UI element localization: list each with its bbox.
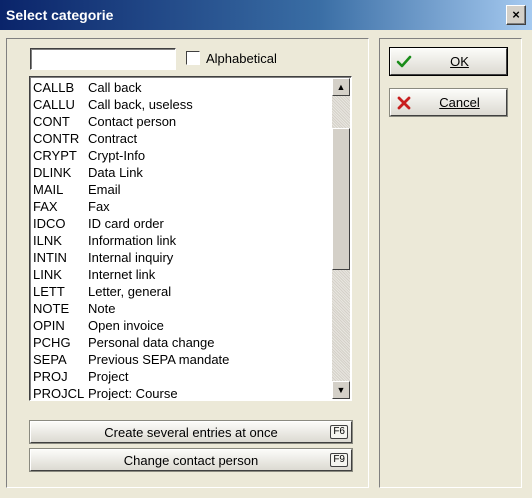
category-code: IDCO bbox=[33, 216, 66, 231]
category-code: ILNK bbox=[33, 233, 62, 248]
category-label: Project bbox=[88, 369, 129, 384]
vertical-scrollbar[interactable]: ▲ ▼ bbox=[332, 78, 350, 399]
cancel-button[interactable]: Cancel bbox=[390, 89, 507, 116]
list-item[interactable]: PROJCL Project: Course bbox=[32, 385, 332, 401]
list-item[interactable]: SEPA Previous SEPA mandate bbox=[32, 351, 332, 368]
hotkey-badge: F9 bbox=[330, 453, 348, 467]
ok-label: OK bbox=[450, 54, 469, 69]
list-item[interactable]: PROJ Project bbox=[32, 368, 332, 385]
category-label: Internet link bbox=[88, 267, 156, 282]
category-label: Open invoice bbox=[88, 318, 164, 333]
category-label: Contact person bbox=[88, 114, 177, 129]
category-label: Information link bbox=[88, 233, 177, 248]
list-item[interactable]: CONTR Contract bbox=[32, 130, 332, 147]
category-code: SEPA bbox=[33, 352, 67, 367]
scroll-down-button[interactable]: ▼ bbox=[332, 381, 350, 399]
list-item[interactable]: ILNK Information link bbox=[32, 232, 332, 249]
category-label: Project: Course bbox=[88, 386, 178, 401]
category-code: CRYPT bbox=[33, 148, 77, 163]
hotkey-badge: F6 bbox=[330, 425, 348, 439]
category-label: Crypt-Info bbox=[88, 148, 146, 163]
category-code: INTIN bbox=[33, 250, 67, 265]
category-label: Letter, general bbox=[88, 284, 172, 299]
category-label: Email bbox=[88, 182, 121, 197]
category-code: DLINK bbox=[33, 165, 72, 180]
close-icon: × bbox=[512, 7, 520, 22]
list-item[interactable]: IDCO ID card order bbox=[32, 215, 332, 232]
category-code: LINK bbox=[33, 267, 62, 282]
close-button[interactable]: × bbox=[506, 5, 526, 25]
category-code: PROJ bbox=[33, 369, 68, 384]
category-label: Fax bbox=[88, 199, 110, 214]
category-code: LETT bbox=[33, 284, 65, 299]
category-label: ID card order bbox=[88, 216, 164, 231]
list-item[interactable]: MAIL Email bbox=[32, 181, 332, 198]
category-label: Call back bbox=[88, 80, 142, 95]
alphabetical-label: Alphabetical bbox=[206, 51, 277, 66]
category-code: FAX bbox=[33, 199, 58, 214]
category-rows: CALLB Call back CALLU Call back, useless CON… bbox=[32, 79, 332, 401]
check-icon bbox=[396, 55, 412, 68]
list-item[interactable]: CALLB Call back bbox=[32, 79, 332, 96]
category-label: Contract bbox=[88, 131, 138, 146]
category-label: Internal inquiry bbox=[88, 250, 174, 265]
list-item[interactable]: CALLU Call back, useless bbox=[32, 96, 332, 113]
alphabetical-checkbox[interactable] bbox=[186, 51, 200, 65]
category-code: OPIN bbox=[33, 318, 65, 333]
category-code: CALLU bbox=[33, 97, 75, 112]
list-item[interactable]: CRYPT Crypt-Info bbox=[32, 147, 332, 164]
category-label: Data Link bbox=[88, 165, 143, 180]
category-code: MAIL bbox=[33, 182, 64, 197]
list-item[interactable]: INTIN Internal inquiry bbox=[32, 249, 332, 266]
window-title: Select categorie bbox=[6, 7, 114, 23]
change-contact-label: Change contact person bbox=[123, 452, 259, 468]
category-label: Call back, useless bbox=[88, 97, 193, 112]
list-item[interactable]: NOTE Note bbox=[32, 300, 332, 317]
list-item[interactable]: LETT Letter, general bbox=[32, 283, 332, 300]
scroll-up-button[interactable]: ▲ bbox=[332, 78, 350, 96]
category-code: NOTE bbox=[33, 301, 70, 316]
category-code: CONT bbox=[33, 114, 70, 129]
category-code: CALLB bbox=[33, 80, 75, 95]
scroll-thumb[interactable] bbox=[332, 128, 350, 270]
category-code: PROJCL bbox=[33, 386, 85, 401]
category-label: Note bbox=[88, 301, 116, 316]
list-item[interactable]: CONT Contact person bbox=[32, 113, 332, 130]
cancel-label: Cancel bbox=[439, 95, 480, 110]
category-list[interactable]: CALLB Call back CALLU Call back, useless CON… bbox=[29, 76, 352, 401]
x-icon bbox=[397, 96, 411, 110]
search-input[interactable] bbox=[30, 48, 176, 70]
category-code: CONTR bbox=[33, 131, 80, 146]
arrow-down-icon: ▼ bbox=[336, 385, 346, 395]
category-label: Previous SEPA mandate bbox=[88, 352, 230, 367]
category-label: Personal data change bbox=[88, 335, 215, 350]
title-bar: Select categorie × bbox=[0, 0, 532, 30]
list-item[interactable]: DLINK Data Link bbox=[32, 164, 332, 181]
list-item[interactable]: PCHG Personal data change bbox=[32, 334, 332, 351]
arrow-up-icon: ▲ bbox=[336, 82, 346, 92]
create-several-button[interactable]: Create several entries at once F6 bbox=[30, 421, 352, 443]
list-item[interactable]: FAX Fax bbox=[32, 198, 332, 215]
category-code: PCHG bbox=[33, 335, 71, 350]
list-item[interactable]: OPIN Open invoice bbox=[32, 317, 332, 334]
change-contact-button[interactable]: Change contact person F9 bbox=[30, 449, 352, 471]
ok-button[interactable]: OK bbox=[390, 48, 507, 75]
create-several-label: Create several entries at once bbox=[104, 424, 278, 440]
list-item[interactable]: LINK Internet link bbox=[32, 266, 332, 283]
